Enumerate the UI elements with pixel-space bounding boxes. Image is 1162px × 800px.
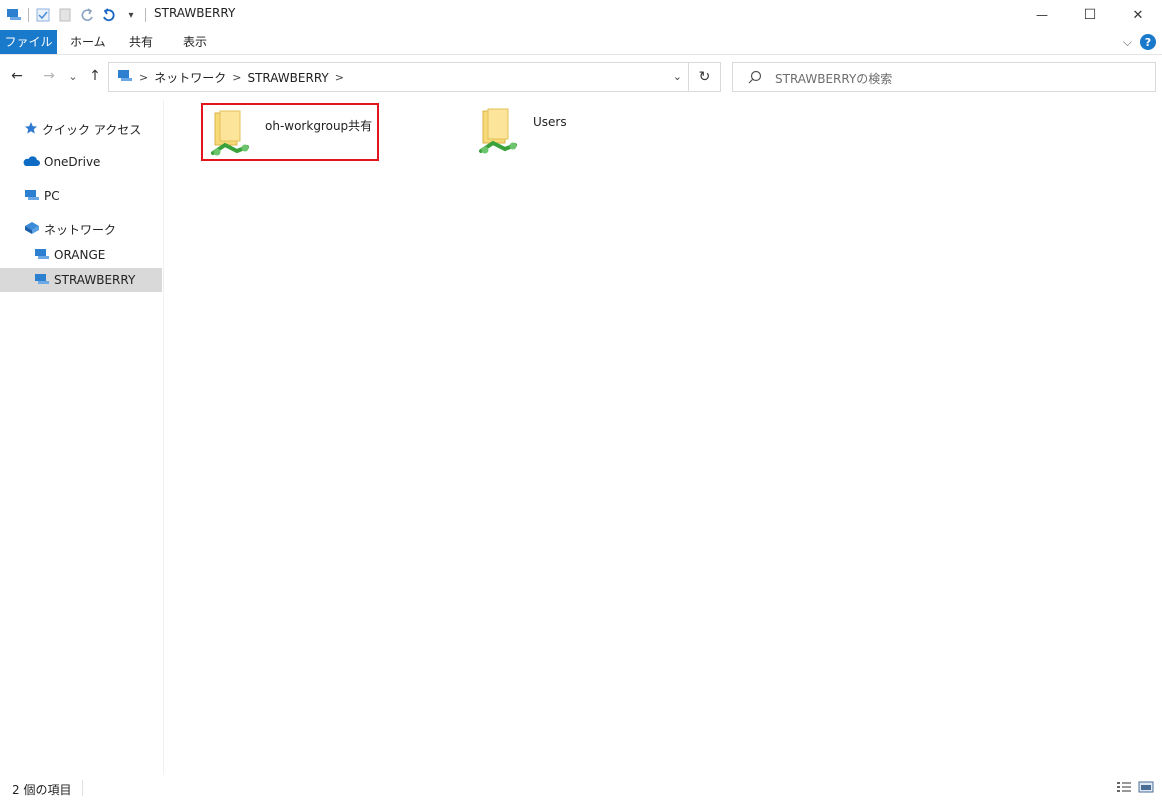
shared-folder-icon bbox=[479, 107, 519, 157]
view-switcher bbox=[1116, 780, 1154, 794]
shared-folder-icon bbox=[211, 109, 251, 159]
navigation-bar: ← → ⌄ ↑ > ネットワーク > STRAWBERRY > ⌄ ↻ STRA… bbox=[0, 60, 1162, 94]
sidebar-item-onedrive[interactable]: OneDrive bbox=[22, 151, 100, 173]
sidebar-item-pc[interactable]: PC bbox=[24, 185, 60, 207]
status-bar: 2 個の項目 bbox=[0, 776, 1162, 800]
search-box[interactable]: STRAWBERRYの検索 bbox=[732, 62, 1156, 92]
item-label: Users bbox=[533, 115, 567, 129]
search-icon bbox=[747, 69, 763, 88]
computer-icon bbox=[34, 247, 50, 264]
computer-icon bbox=[34, 272, 50, 289]
quick-access-toolbar: ▾ bbox=[6, 6, 146, 24]
window-title: STRAWBERRY bbox=[154, 6, 236, 20]
item-label: oh-workgroup共有 bbox=[265, 119, 373, 133]
tab-share[interactable]: 共有 bbox=[129, 30, 153, 54]
list-item[interactable]: oh-workgroup共有 bbox=[201, 103, 379, 161]
ribbon-tabs: ファイル ホーム 共有 表示 ⌵ ? bbox=[0, 30, 1162, 55]
breadcrumb-network[interactable]: ネットワーク bbox=[154, 69, 226, 86]
customize-toolbar-button[interactable]: ▾ bbox=[123, 7, 139, 23]
breadcrumb-separator[interactable]: > bbox=[232, 71, 241, 84]
forward-button[interactable]: → bbox=[40, 67, 58, 85]
sidebar-item-network[interactable]: ネットワーク bbox=[24, 218, 116, 240]
refresh-button[interactable]: ↻ bbox=[688, 63, 720, 91]
search-input[interactable]: STRAWBERRYの検索 bbox=[775, 70, 892, 87]
network-icon bbox=[24, 221, 40, 238]
properties-icon[interactable] bbox=[35, 7, 51, 23]
cloud-icon bbox=[22, 155, 40, 170]
window-controls: — ☐ ✕ bbox=[1018, 0, 1162, 30]
redo-icon[interactable] bbox=[79, 7, 95, 23]
back-button[interactable]: ← bbox=[8, 67, 26, 85]
large-icons-view-icon[interactable] bbox=[1138, 780, 1154, 794]
navigation-pane: クイック アクセス OneDrive PC ネットワーク ORANGE STRA… bbox=[0, 100, 164, 775]
computer-icon[interactable] bbox=[6, 7, 22, 23]
breadcrumb-separator[interactable]: > bbox=[139, 71, 148, 84]
sidebar-item-strawberry[interactable]: STRAWBERRY bbox=[0, 268, 162, 292]
computer-icon bbox=[117, 69, 133, 86]
details-view-icon[interactable] bbox=[1116, 780, 1132, 794]
tab-home[interactable]: ホーム bbox=[70, 30, 106, 54]
breadcrumb: > ネットワーク > STRAWBERRY > bbox=[117, 69, 344, 86]
tab-view[interactable]: 表示 bbox=[183, 30, 207, 54]
sidebar-item-label: PC bbox=[44, 189, 60, 203]
maximize-button[interactable]: ☐ bbox=[1066, 0, 1114, 30]
up-button[interactable]: ↑ bbox=[86, 67, 104, 85]
ribbon-controls: ⌵ ? bbox=[1123, 34, 1156, 50]
sidebar-item-label: ネットワーク bbox=[44, 222, 117, 237]
minimize-button[interactable]: — bbox=[1018, 0, 1066, 30]
address-dropdown-button[interactable]: ⌄ bbox=[673, 70, 682, 83]
toolbar-separator bbox=[145, 8, 146, 22]
sidebar-item-quick-access[interactable]: クイック アクセス bbox=[24, 118, 141, 140]
undo-icon[interactable] bbox=[101, 7, 117, 23]
breadcrumb-strawberry[interactable]: STRAWBERRY bbox=[247, 71, 328, 85]
tab-file[interactable]: ファイル bbox=[0, 30, 57, 54]
help-icon[interactable]: ? bbox=[1140, 34, 1156, 50]
sidebar-item-label: OneDrive bbox=[44, 155, 101, 169]
expand-ribbon-button[interactable]: ⌵ bbox=[1123, 35, 1132, 50]
sidebar-item-label: ORANGE bbox=[54, 248, 106, 262]
item-count: 2 個の項目 bbox=[12, 783, 72, 797]
sidebar-item-orange[interactable]: ORANGE bbox=[34, 244, 105, 266]
close-button[interactable]: ✕ bbox=[1114, 0, 1162, 30]
toolbar-separator bbox=[28, 8, 29, 22]
star-icon bbox=[24, 121, 38, 138]
breadcrumb-separator[interactable]: > bbox=[335, 71, 344, 84]
new-folder-icon[interactable] bbox=[57, 7, 73, 23]
file-list: oh-workgroup共有 Users bbox=[165, 100, 1162, 775]
sidebar-item-label: クイック アクセス bbox=[42, 122, 142, 137]
list-item[interactable]: Users bbox=[471, 103, 649, 161]
status-separator bbox=[82, 780, 83, 796]
title-bar: ▾ STRAWBERRY — ☐ ✕ bbox=[0, 0, 1162, 30]
sidebar-item-label: STRAWBERRY bbox=[54, 273, 136, 287]
computer-icon bbox=[24, 188, 40, 205]
address-bar[interactable]: > ネットワーク > STRAWBERRY > ⌄ ↻ bbox=[108, 62, 721, 92]
recent-locations-button[interactable]: ⌄ bbox=[64, 67, 82, 85]
